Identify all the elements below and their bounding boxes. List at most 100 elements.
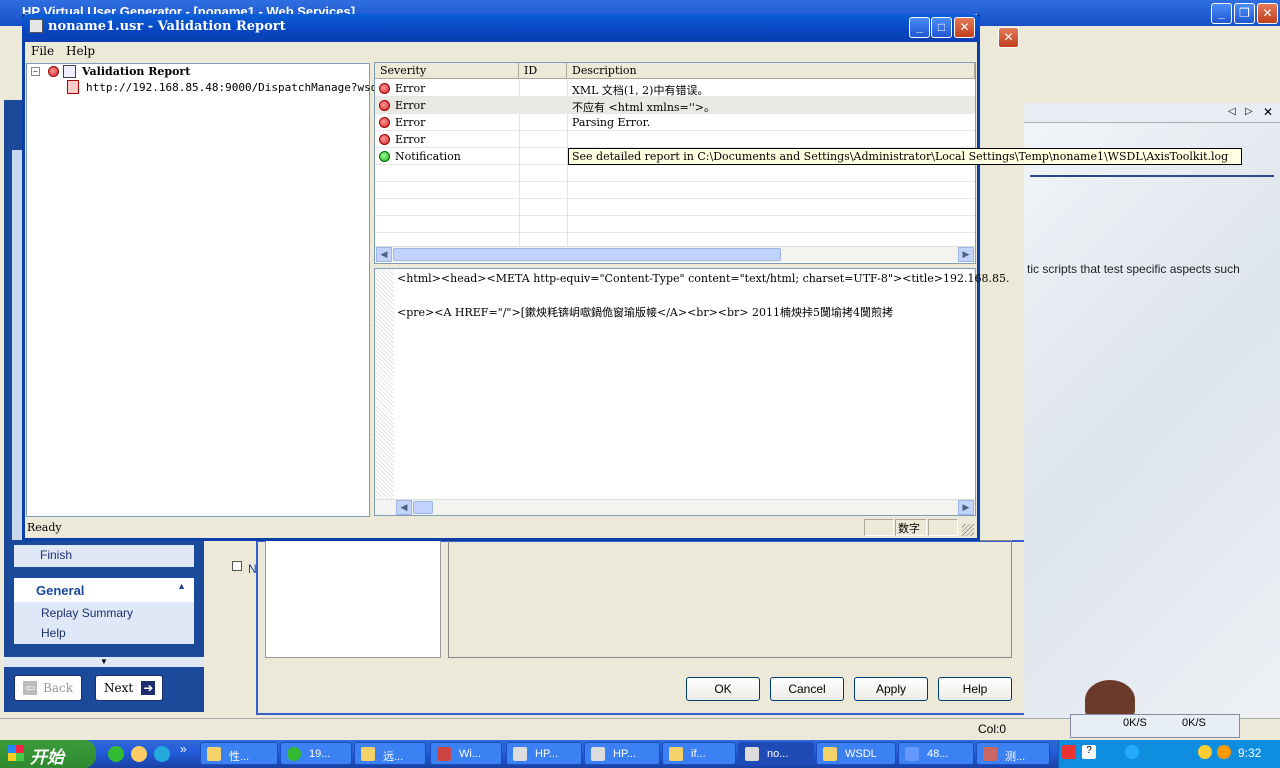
detail-horizontal-scrollbar[interactable]: [375, 499, 975, 515]
report-icon: [63, 65, 76, 78]
severity-cell: Error: [395, 133, 426, 146]
task-icon: [513, 747, 527, 761]
task-icon: [983, 747, 997, 761]
sidebar-item-help[interactable]: Help: [41, 626, 66, 640]
table-row-empty: [375, 165, 975, 182]
column-header-id[interactable]: ID: [519, 63, 567, 79]
restore-icon[interactable]: ❐: [1234, 3, 1255, 24]
detail-gutter: [375, 269, 394, 499]
secondary-close-icon[interactable]: ✕: [998, 27, 1019, 48]
error-icon: [379, 100, 390, 111]
notification-icon: [379, 151, 390, 162]
right-pane-text: tic scripts that test specific aspects s…: [1027, 262, 1240, 276]
taskbar-item-11[interactable]: 测...: [976, 742, 1050, 765]
taskbar-item-5[interactable]: HP...: [506, 742, 582, 765]
help-button[interactable]: Help: [938, 677, 1012, 701]
sidebar-item-replay-summary[interactable]: Replay Summary: [41, 606, 133, 620]
menu-help[interactable]: Help: [66, 44, 95, 58]
right-pane-divider: [1030, 175, 1274, 177]
taskbar-item-4[interactable]: Wi...: [430, 742, 502, 765]
quicklaunch-app-icon[interactable]: [154, 746, 170, 762]
scroll-thumb[interactable]: [413, 501, 433, 514]
close-icon[interactable]: ✕: [1257, 3, 1278, 24]
right-pane-tabs: [1024, 103, 1280, 123]
quicklaunch-explorer-icon[interactable]: [131, 746, 147, 762]
scroll-left-icon[interactable]: ◀: [396, 500, 412, 515]
ok-button[interactable]: OK: [686, 677, 760, 701]
error-icon: [379, 117, 390, 128]
clock: 9:32: [1238, 746, 1262, 760]
next-button[interactable]: Next ➜: [95, 675, 163, 701]
description-cell: XML 文档(1, 2)中有错误。: [572, 84, 709, 97]
menu-file[interactable]: File: [31, 44, 54, 58]
dialog-minimize-icon[interactable]: _: [909, 17, 930, 38]
task-icon: [745, 747, 759, 761]
description-tooltip: See detailed report in C:\Documents and …: [568, 148, 1242, 165]
taskbar-item-1[interactable]: 性...: [200, 742, 278, 765]
column-header-severity[interactable]: Severity: [375, 63, 519, 79]
net-up-speed: 0K/S: [1182, 717, 1206, 729]
windows-logo-icon: [8, 745, 24, 761]
table-row[interactable]: [375, 114, 975, 131]
error-icon: [379, 83, 390, 94]
resize-grip-icon[interactable]: [962, 524, 974, 536]
tray-app-icon[interactable]: [1062, 745, 1076, 759]
back-button[interactable]: ⇦ Back: [14, 675, 82, 701]
taskbar-item-3[interactable]: 远...: [354, 742, 426, 765]
taskbar-item-9[interactable]: WSDL: [816, 742, 896, 765]
folder-icon: [669, 747, 683, 761]
table-row-empty: [375, 216, 975, 233]
error-icon: [379, 134, 390, 145]
close-pane-icon[interactable]: ✕: [1263, 105, 1273, 119]
severity-cell: Error: [395, 116, 426, 129]
error-icon: [48, 66, 59, 77]
options-tree: [265, 540, 441, 658]
column-header-description[interactable]: Description: [567, 63, 975, 79]
scroll-down-icon[interactable]: ▼: [4, 657, 204, 667]
taskbar-item-7[interactable]: if...: [662, 742, 736, 765]
right-pane-background: [1024, 103, 1280, 718]
scroll-right-icon[interactable]: ▶: [958, 247, 974, 262]
dialog-maximize-icon[interactable]: □: [931, 17, 952, 38]
quicklaunch-ie-icon[interactable]: [108, 746, 124, 762]
status-pane: [928, 519, 958, 536]
table-row-empty: [375, 182, 975, 199]
cancel-button[interactable]: Cancel: [770, 677, 844, 701]
next-tab-icon[interactable]: ▷: [1245, 106, 1253, 117]
checkbox[interactable]: [232, 561, 242, 571]
tray-network-icon[interactable]: [1125, 745, 1139, 759]
task-icon: [905, 747, 919, 761]
collapse-icon[interactable]: ▲: [177, 581, 186, 591]
network-monitor: [1070, 714, 1240, 738]
tree-collapse-icon[interactable]: −: [31, 67, 40, 76]
minimize-icon[interactable]: _: [1211, 3, 1232, 24]
start-button[interactable]: 开始: [0, 740, 96, 768]
general-section-header[interactable]: General ▲: [14, 578, 194, 602]
scroll-left-icon[interactable]: ◀: [376, 247, 392, 262]
scroll-right-icon[interactable]: ▶: [958, 500, 974, 515]
help-icon[interactable]: ?: [1082, 745, 1096, 759]
column-indicator: Col:0: [978, 722, 1007, 736]
scroll-thumb[interactable]: [393, 248, 781, 261]
task-icon: [591, 747, 605, 761]
dialog-status-bar: [25, 518, 977, 538]
general-label: General: [36, 583, 85, 598]
net-down-speed: 0K/S: [1123, 717, 1147, 729]
apply-button[interactable]: Apply: [854, 677, 928, 701]
tree-root-label[interactable]: Validation Report: [82, 65, 190, 78]
tray-security-icon[interactable]: [1217, 745, 1231, 759]
taskbar-item-2[interactable]: 19...: [280, 742, 352, 765]
sidebar-item-finish[interactable]: Finish: [14, 545, 194, 567]
table-row[interactable]: [375, 131, 975, 148]
prev-tab-icon[interactable]: ◁: [1228, 106, 1236, 117]
severity-cell: Notification: [395, 150, 461, 163]
taskbar-item-6[interactable]: HP...: [584, 742, 660, 765]
task-icon: [287, 747, 301, 761]
taskbar-item-8[interactable]: no...: [738, 742, 814, 765]
taskbar-item-10[interactable]: 48...: [898, 742, 974, 765]
menu-bar: [25, 42, 977, 61]
dialog-close-icon[interactable]: ✕: [954, 17, 975, 38]
tree-child-wsdl-url[interactable]: http://192.168.85.48:9000/DispatchManage…: [86, 81, 384, 94]
quicklaunch-more-icon[interactable]: »: [180, 742, 187, 756]
tray-shield-icon[interactable]: [1198, 745, 1212, 759]
